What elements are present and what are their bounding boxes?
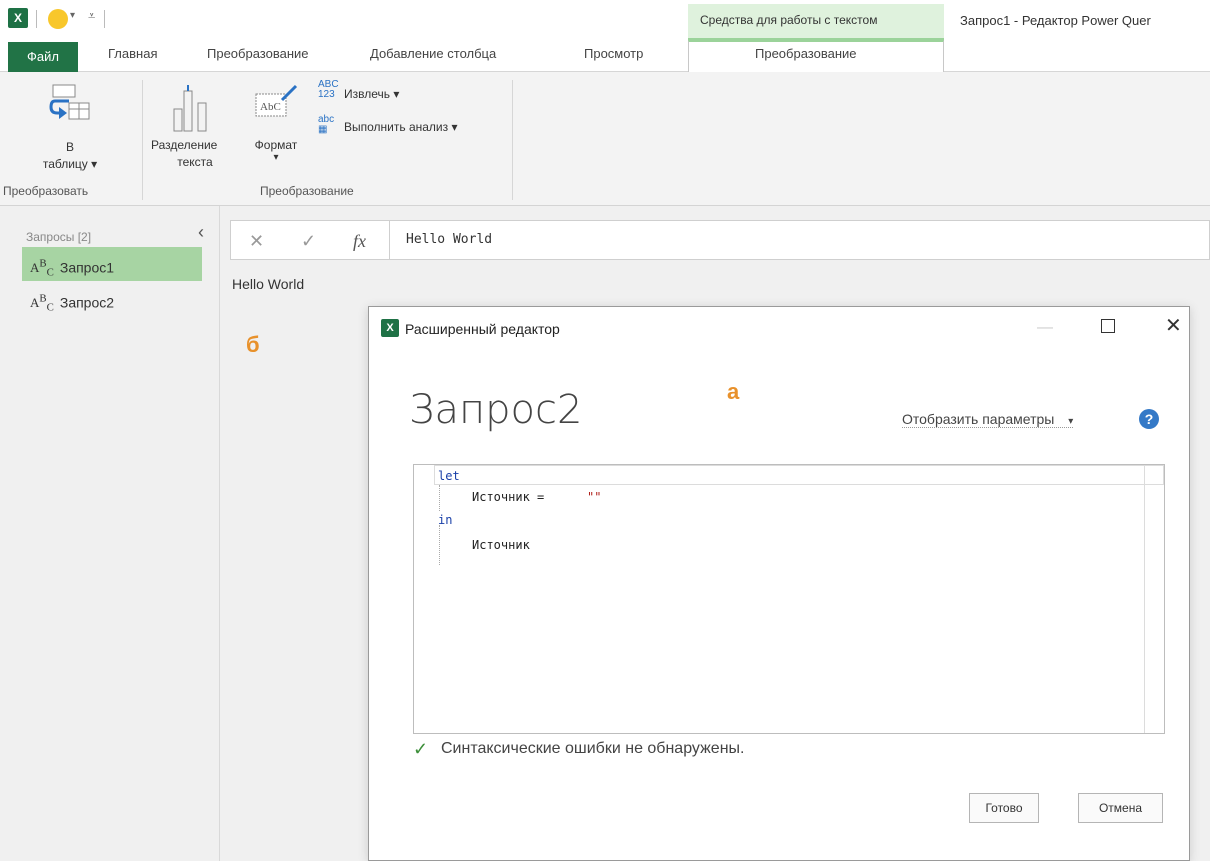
collapse-pane-chevron-left-icon[interactable]: ‹ bbox=[198, 222, 204, 243]
split-text-label-1: Разделение bbox=[151, 138, 218, 152]
cancel-formula-icon[interactable]: ✕ bbox=[249, 231, 264, 252]
chevron-down-icon: ▾ bbox=[1068, 416, 1074, 427]
queries-header: Запросы [2] bbox=[26, 230, 92, 244]
check-icon: ✓ bbox=[413, 739, 429, 759]
to-table-icon bbox=[49, 84, 90, 120]
code-line-4: Источник bbox=[472, 538, 530, 552]
annotation-a: а bbox=[727, 379, 740, 404]
code-editor[interactable]: let Источник = "" in Источник bbox=[413, 464, 1165, 734]
to-table-label-2: таблицу ▾ bbox=[42, 157, 98, 171]
dialog-title: Расширенный редактор bbox=[405, 321, 560, 337]
cancel-button[interactable]: Отмена bbox=[1078, 793, 1163, 823]
advanced-editor-dialog: X Расширенный редактор — ✕ Запрос2 а Ото… bbox=[368, 306, 1190, 861]
format-icon: AbC bbox=[255, 84, 298, 117]
tab-view[interactable]: Просмотр bbox=[584, 46, 643, 61]
parse-label: Выполнить анализ ▾ bbox=[344, 120, 458, 134]
fx-icon[interactable]: fx bbox=[353, 231, 366, 252]
code-line-2-string: "" bbox=[587, 490, 602, 504]
group-label-convert: Преобразовать bbox=[3, 184, 89, 198]
group-label-transform: Преобразование bbox=[260, 184, 354, 198]
indent-guide bbox=[439, 525, 440, 565]
ribbon-separator bbox=[142, 80, 143, 200]
excel-logo-icon: X bbox=[8, 8, 28, 28]
query-name-title: Запрос2 bbox=[409, 387, 583, 433]
query-item-2[interactable]: ABC Запрос2 bbox=[22, 282, 202, 316]
format-label-2: ▾ bbox=[273, 152, 279, 163]
maximize-icon[interactable] bbox=[1101, 319, 1115, 333]
separator bbox=[36, 10, 37, 28]
chevron-down-icon[interactable]: ▾ bbox=[70, 10, 75, 21]
code-line-2-identifier: Источник = bbox=[472, 490, 552, 504]
preview-value: Hello World bbox=[232, 276, 305, 292]
parse-icon: abc ▦ bbox=[318, 114, 335, 135]
tab-file[interactable]: Файл bbox=[8, 42, 78, 72]
code-keyword-let: let bbox=[438, 469, 460, 483]
svg-text:AbC: AbC bbox=[260, 101, 281, 113]
excel-logo-icon: X bbox=[381, 319, 399, 337]
split-column-icon bbox=[173, 85, 207, 132]
quick-access-customize-icon[interactable]: ⩡ bbox=[88, 8, 95, 24]
formula-text[interactable]: Hello World bbox=[406, 232, 492, 247]
extract-label: Извлечь ▾ bbox=[344, 87, 400, 101]
tab-transform[interactable]: Преобразование bbox=[207, 46, 309, 61]
text-type-icon: ABC bbox=[30, 258, 54, 279]
extract-icon: ABC 123 bbox=[318, 79, 339, 100]
editor-scrollbar[interactable] bbox=[1144, 465, 1164, 733]
current-line-highlight bbox=[434, 465, 1164, 485]
tab-add-column[interactable]: Добавление столбца bbox=[370, 46, 496, 61]
query-item-label: Запрос2 bbox=[59, 294, 115, 311]
format-label-1: Формат bbox=[254, 138, 298, 152]
tab-home[interactable]: Главная bbox=[108, 46, 157, 61]
confirm-formula-icon[interactable]: ✓ bbox=[301, 231, 316, 252]
split-text-label-2: текста bbox=[177, 155, 213, 169]
smiley-feedback-icon[interactable] bbox=[48, 9, 68, 29]
help-icon[interactable]: ? bbox=[1139, 409, 1159, 429]
indent-guide bbox=[439, 485, 440, 511]
window-title: Запрос1 - Редактор Power Quer bbox=[960, 13, 1151, 28]
code-keyword-in: in bbox=[438, 513, 453, 527]
minimize-icon[interactable]: — bbox=[1037, 319, 1053, 337]
ribbon-separator bbox=[512, 80, 513, 200]
syntax-status: Синтаксические ошибки не обнаружены. bbox=[441, 740, 745, 757]
separator bbox=[104, 10, 105, 28]
tab-context-transform-label: Преобразование bbox=[755, 46, 857, 61]
query-item-1[interactable]: ABC Запрос1 bbox=[22, 247, 202, 281]
close-icon[interactable]: ✕ bbox=[1165, 313, 1182, 338]
context-group-label: Средства для работы с текстом bbox=[700, 13, 878, 27]
query-item-label: Запрос1 bbox=[59, 259, 115, 276]
done-button[interactable]: Готово bbox=[969, 793, 1039, 823]
separator bbox=[389, 221, 390, 259]
display-options-label: Отобразить параметры bbox=[902, 411, 1055, 427]
formula-bar[interactable]: ✕ ✓ fx Hello World bbox=[230, 220, 1210, 260]
text-type-icon: ABC bbox=[30, 293, 54, 314]
display-options-dropdown[interactable]: Отобразить параметры ▾ bbox=[902, 411, 1074, 428]
to-table-label-1: В bbox=[65, 140, 74, 154]
annotation-b: б bbox=[246, 332, 260, 357]
